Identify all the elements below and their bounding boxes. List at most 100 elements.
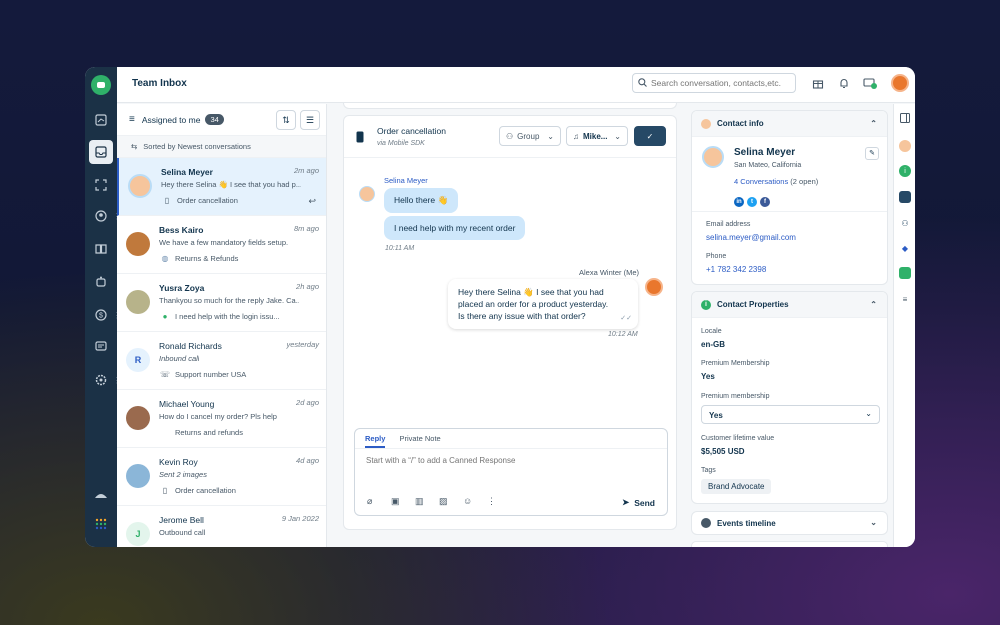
message-line: Hey there Selina 👋 I see that you had <box>458 287 604 297</box>
section-title: Contact Properties <box>717 300 789 309</box>
contact-info-panel: Contact info ⌃ Selina Meyer San Mateo, C… <box>691 110 888 285</box>
twitter-icon[interactable]: t <box>747 197 757 207</box>
send-button[interactable]: ➤ Send <box>622 497 655 508</box>
collapse-panel-icon[interactable] <box>899 112 911 124</box>
attachment-icon[interactable]: ⌀ <box>367 496 391 507</box>
ltv-label: Customer lifetime value <box>701 435 775 442</box>
users-icon[interactable]: ⚇ <box>899 217 911 229</box>
chat-header: Order cancellation via Mobile SDK ⚇ Grou… <box>344 116 676 158</box>
agent-dropdown[interactable]: ♫ Mike... ⌄ <box>566 126 628 146</box>
linkedin-icon[interactable]: in <box>734 197 744 207</box>
facebook-icon[interactable]: f <box>760 197 770 207</box>
contact-properties-header[interactable]: i Contact Properties ⌃ <box>692 292 887 318</box>
chevron-down-icon: ⌄ <box>614 131 621 141</box>
user-avatar[interactable] <box>891 74 909 92</box>
conversation-source: via Mobile SDK <box>377 140 425 147</box>
inbox-icon[interactable] <box>89 140 113 164</box>
events-timeline-panel[interactable]: Events timeline ⌄ <box>691 511 888 535</box>
svg-text:$: $ <box>99 313 103 320</box>
reply-tabs: Reply Private Note <box>355 429 667 449</box>
conversation-item[interactable]: Selina Meyer 2m ago Hey there Selina 👋 I… <box>117 158 326 216</box>
sort-info-bar: ⇆ Sorted by Newest conversations <box>117 136 326 158</box>
avatar <box>126 464 150 488</box>
conversation-item[interactable]: Michael Young 2d ago How do I cancel my … <box>117 390 326 448</box>
contacts-scan-icon[interactable] <box>91 175 111 195</box>
timestamp: 2h ago <box>296 282 319 291</box>
reply-editor: Reply Private Note ⌀ ▣ ▥ ▨ ☺ ⋮ ➤ Send <box>354 428 668 516</box>
resolve-button[interactable]: ✓ <box>634 126 666 146</box>
emoji-icon[interactable]: ☺ <box>463 496 487 507</box>
email-link[interactable]: selina.meyer@gmail.com <box>706 233 796 242</box>
contact-icon[interactable] <box>899 140 911 152</box>
customer-avatar <box>359 186 375 202</box>
tab-reply[interactable]: Reply <box>365 429 386 448</box>
ltv-value: $5,505 USD <box>701 447 745 456</box>
agent-label: Mike... <box>583 131 608 141</box>
dashboard-icon[interactable] <box>91 110 111 130</box>
filter-menu-icon[interactable]: ≡ <box>129 114 135 125</box>
premium-select[interactable]: Yes ⌄ <box>701 405 880 424</box>
knowledge-base-icon[interactable] <box>91 239 111 259</box>
more-options-icon[interactable]: ⋮ <box>487 496 511 507</box>
contact-name: Michael Young <box>159 399 215 409</box>
channel-label: Returns and refunds <box>175 428 243 437</box>
search-box[interactable] <box>632 73 796 93</box>
sort-order-button[interactable]: ⇅ <box>276 110 296 130</box>
conversation-item[interactable]: Kevin Roy 4d ago Sent 2 images ▯ Order ca… <box>117 448 326 506</box>
read-receipt-icon: ✓✓ <box>620 315 632 322</box>
image-icon[interactable]: ▨ <box>439 496 463 507</box>
conversation-item[interactable]: J Jerome Bell 9 Jan 2022 Outbound call <box>117 506 326 547</box>
edit-pencil-icon[interactable]: ✎ <box>865 147 879 160</box>
contact-icon[interactable] <box>91 206 111 226</box>
timestamp: 9 Jan 2022 <box>281 514 319 523</box>
settings-gear-icon[interactable] <box>91 370 111 390</box>
chevron-down-icon: ⌄ <box>547 131 554 141</box>
next-panel-edge <box>691 541 888 547</box>
app-icon[interactable] <box>899 267 911 279</box>
message-preview: We have a few mandatory fields setup. <box>159 238 289 247</box>
group-dropdown[interactable]: ⚇ Group ⌄ <box>499 126 561 146</box>
page-title: Team Inbox <box>132 78 187 89</box>
contact-info-header[interactable]: Contact info ⌃ <box>692 111 887 137</box>
channel-info: Returns and refunds <box>159 428 243 437</box>
solution-article-icon[interactable]: ▥ <box>415 496 439 507</box>
message-bubble: Hey there Selina 👋 I see that you had pl… <box>448 279 638 329</box>
conversation-item[interactable]: R Ronald Richards yesterday Inbound call… <box>117 332 326 390</box>
phone-icon: ☏ <box>159 370 170 379</box>
left-nav-rail: ⋮ $ ⋮ ⋮ <box>85 67 121 547</box>
channel-label: Returns & Refunds <box>175 254 239 263</box>
diamond-icon[interactable]: ◆ <box>899 242 911 254</box>
message-preview: Outbound call <box>159 528 206 537</box>
timeline-icon[interactable] <box>899 191 911 203</box>
conversation-item[interactable]: Yusra Zoya 2h ago Thankyou so much for t… <box>117 274 326 332</box>
chevron-down-icon: ⌄ <box>865 409 872 418</box>
filter-label[interactable]: Assigned to me <box>142 115 201 125</box>
events-timeline-header[interactable]: Events timeline ⌄ <box>692 512 887 534</box>
menu-icon[interactable]: ≡ <box>899 293 911 305</box>
avatar <box>126 406 150 430</box>
info-icon[interactable]: i <box>899 165 911 177</box>
freshchat-logo-icon[interactable] <box>91 75 111 95</box>
search-input[interactable] <box>651 78 791 88</box>
reply-input[interactable] <box>366 456 656 474</box>
conversations-link[interactable]: 4 Conversations <box>734 177 788 186</box>
sort-icon: ⇆ <box>131 142 138 151</box>
notification-bell-icon[interactable] <box>837 76 851 90</box>
phone-label: Phone <box>706 253 727 260</box>
filter-settings-button[interactable]: ☰ <box>300 110 320 130</box>
product-switcher-icon[interactable] <box>91 485 111 505</box>
tab-private-note[interactable]: Private Note <box>399 429 440 448</box>
tag-chip[interactable]: Brand Advocate <box>701 479 772 494</box>
gift-icon[interactable] <box>811 76 825 90</box>
whatsapp-icon: ● <box>162 312 168 321</box>
apps-grid-icon[interactable] <box>91 514 111 534</box>
bot-icon[interactable] <box>91 272 111 292</box>
contact-avatar-icon <box>701 118 711 129</box>
phone-link[interactable]: +1 782 342 2398 <box>706 265 766 274</box>
status-toggle-icon[interactable] <box>863 76 877 90</box>
contact-name: Selina Meyer <box>734 147 796 158</box>
messages-icon[interactable] <box>91 337 111 357</box>
billing-icon[interactable]: $ <box>91 305 111 325</box>
canned-response-icon[interactable]: ▣ <box>391 496 415 507</box>
conversation-item[interactable]: Bess Kairo 8m ago We have a few mandator… <box>117 216 326 274</box>
